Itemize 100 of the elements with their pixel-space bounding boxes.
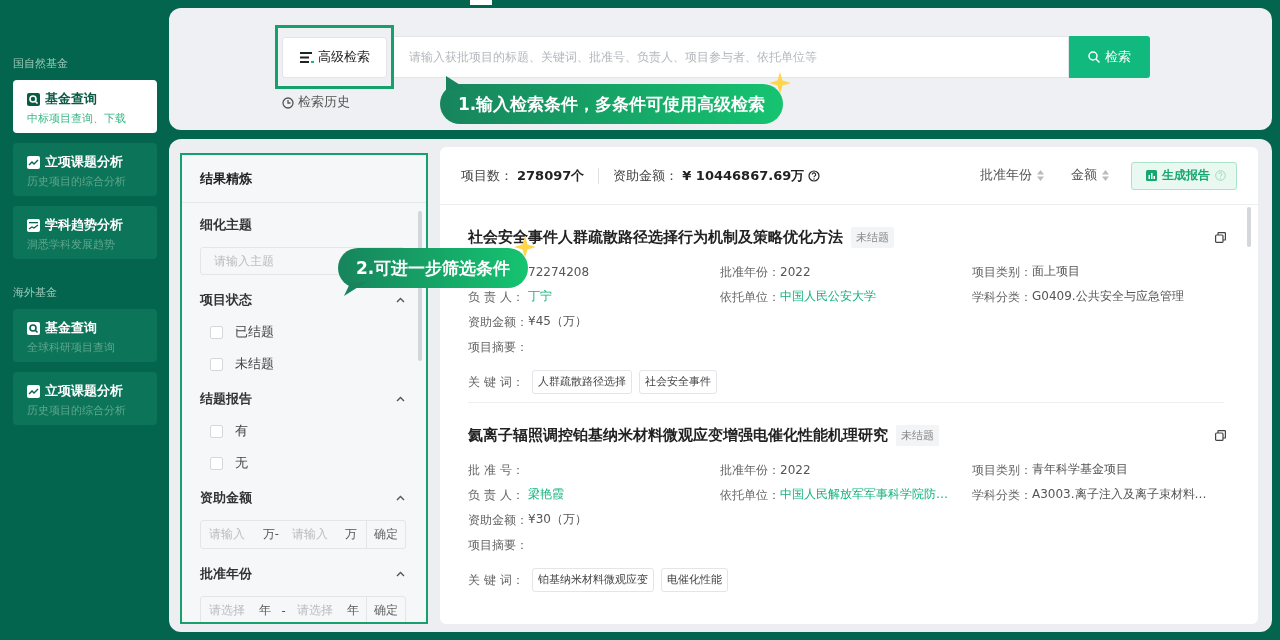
- section-heading: 国自然基金: [13, 56, 69, 71]
- from-placeholder: 请选择: [208, 603, 246, 618]
- search-icon: [27, 322, 40, 335]
- search-icon: [27, 93, 40, 106]
- project-title[interactable]: 社会安全事件人群疏散路径选择行为机制及策略优化方法: [468, 228, 843, 247]
- status-tag: 未结题: [851, 227, 894, 248]
- keyword-tag[interactable]: 社会安全事件: [639, 370, 717, 394]
- field-label: 依托单位：: [720, 289, 780, 304]
- option-label: 无: [235, 454, 248, 472]
- confirm-button[interactable]: 确定: [366, 597, 405, 622]
- filter-heading: 资助金额: [200, 489, 252, 507]
- field-label: 学科分类：: [972, 487, 1032, 502]
- field-label: 关 键 词：: [468, 573, 525, 587]
- field-label: 项目摘要：: [468, 339, 528, 354]
- search-icon: [1088, 51, 1100, 63]
- item-title: 立项课题分析: [45, 383, 123, 400]
- item-title: 基金查询: [45, 320, 97, 337]
- sort-button[interactable]: 批准年份: [980, 167, 1044, 184]
- range-field[interactable]: 请选择 年 - 请选择 年 确定: [200, 596, 406, 622]
- history-link[interactable]: 检索历史: [282, 94, 350, 111]
- help-icon: [1215, 170, 1226, 181]
- field-value: 2022: [780, 264, 811, 279]
- to-placeholder: 请选择: [295, 603, 334, 618]
- range-separator: -: [280, 603, 287, 618]
- field-value: G0409.公共安全与应急管理: [1032, 288, 1184, 305]
- field-label: 负 责 人：: [468, 289, 525, 304]
- field-label: 批 准 号：: [468, 462, 525, 477]
- field-value: 面上项目: [1032, 263, 1080, 280]
- item-title: 学科趋势分析: [45, 217, 123, 234]
- clock-icon: [282, 96, 294, 109]
- tab-indicator: [470, 0, 492, 5]
- field-value: 青年科学基金项目: [1032, 461, 1128, 478]
- checkbox-option[interactable]: 无: [210, 453, 248, 473]
- filter-heading: 细化主题: [200, 216, 252, 234]
- option-label: 未结题: [235, 355, 274, 373]
- unit-label: 万-: [262, 527, 280, 542]
- panel-title: 结果精炼: [182, 155, 426, 203]
- unit-label: 年: [346, 603, 360, 618]
- scrollbar: [1247, 207, 1251, 247]
- sidebar-item[interactable]: 基金查询 中标项目查询、下载: [13, 80, 157, 133]
- field-value: 2022: [780, 462, 811, 477]
- item-subtitle: 历史项目的综合分析: [27, 175, 127, 189]
- amount-label: 资助金额：: [613, 166, 679, 185]
- item-subtitle: 全球科研项目查询: [27, 341, 116, 355]
- option-label: 有: [235, 422, 248, 440]
- field-label: 学科分类：: [972, 289, 1032, 304]
- checkbox[interactable]: [210, 325, 223, 339]
- line-chart-icon: [27, 156, 40, 169]
- checkbox-option[interactable]: 未结题: [210, 354, 274, 374]
- advanced-search-button[interactable]: 高级检索: [282, 36, 387, 78]
- field-label: 依托单位：: [720, 487, 780, 502]
- checkbox[interactable]: [210, 456, 223, 470]
- sidebar-item[interactable]: 基金查询 全球科研项目查询: [13, 309, 157, 362]
- keyword-tag[interactable]: 人群疏散路径选择: [532, 370, 632, 394]
- field-value: ¥30（万）: [528, 511, 587, 528]
- checkbox-option[interactable]: 已结题: [210, 322, 274, 342]
- unit-label: 年: [258, 603, 272, 618]
- option-label: 已结题: [235, 323, 274, 341]
- field-label: 项目类别：: [972, 264, 1032, 279]
- sort-icon: [1102, 170, 1109, 181]
- item-subtitle: 中标项目查询、下载: [27, 112, 127, 126]
- filter-heading: 批准年份: [200, 565, 252, 583]
- field-label: 项目摘要：: [468, 537, 528, 552]
- checkbox-option[interactable]: 有: [210, 421, 248, 441]
- unit-label: 万: [345, 527, 359, 542]
- checkbox[interactable]: [210, 424, 223, 438]
- field-value: A3003.离子注入及离子束材料…: [1032, 486, 1207, 503]
- filter-heading: 结题报告: [200, 390, 252, 408]
- item-subtitle: 历史项目的综合分析: [27, 404, 127, 418]
- confirm-button[interactable]: 确定: [366, 521, 405, 548]
- field-label: 批准年份：: [720, 264, 780, 279]
- sidebar-item[interactable]: 立项课题分析 历史项目的综合分析: [13, 143, 157, 196]
- help-icon: [808, 169, 821, 182]
- callout-text: 1.输入检索条件，多条件可使用高级检索: [458, 94, 766, 114]
- keyword-tag[interactable]: 铂基纳米材料微观应变: [532, 568, 654, 592]
- filter-heading: 项目状态: [200, 291, 252, 309]
- status-tag: 未结题: [896, 425, 939, 446]
- item-title: 基金查询: [45, 91, 97, 108]
- field-label: 批准年份：: [720, 462, 780, 477]
- field-label: 负 责 人：: [468, 487, 525, 502]
- project-count: 278097个: [517, 166, 585, 185]
- sort-button[interactable]: 金额: [1071, 167, 1109, 184]
- field-label: 项目类别：: [972, 462, 1032, 477]
- keyword-tag[interactable]: 电催化性能: [661, 568, 728, 592]
- bar-chart-icon: [1146, 170, 1157, 181]
- sort-icon: [1037, 170, 1044, 181]
- project-title[interactable]: 氦离子辐照调控铂基纳米材料微观应变增强电催化性能机理研究: [468, 426, 888, 445]
- copy-icon: [1215, 232, 1226, 243]
- total-amount: ¥ 10446867.69万: [682, 166, 805, 185]
- section-heading: 海外基金: [13, 285, 58, 300]
- filter-lines-icon: [299, 51, 314, 63]
- field-label: 资助金额：: [468, 314, 528, 329]
- sidebar-item[interactable]: 立项课题分析 历史项目的综合分析: [13, 372, 157, 425]
- sidebar-item[interactable]: 学科趋势分析 洞悉学科发展趋势: [13, 206, 157, 259]
- trend-chart-icon: [27, 219, 40, 232]
- copy-icon: [1215, 430, 1226, 441]
- checkbox[interactable]: [210, 357, 223, 371]
- field-label: 资助金额：: [468, 512, 528, 527]
- search-field[interactable]: 请输入获批项目的标题、关键词、批准号、负责人、项目参与者、依托单位等: [394, 36, 1069, 78]
- item-title: 立项课题分析: [45, 154, 123, 171]
